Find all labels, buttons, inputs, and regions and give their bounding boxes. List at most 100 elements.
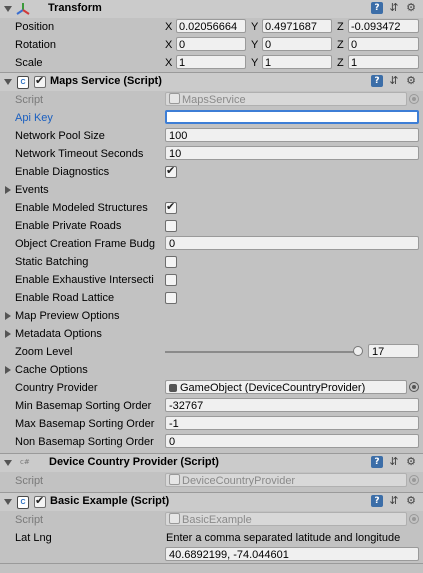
transform-header-icons: ? ⇵ ⚙ xyxy=(371,2,419,16)
help-book-icon[interactable]: ? xyxy=(371,495,383,507)
preset-sliders-icon[interactable]: ⇵ xyxy=(388,75,400,87)
script-asset-icon xyxy=(169,474,180,485)
scale-y-field[interactable]: 1 xyxy=(262,55,332,69)
foldout-arrow-icon[interactable] xyxy=(5,330,11,338)
maps-service-header[interactable]: C Maps Service (Script) ? ⇵ ⚙ xyxy=(0,72,423,91)
maps-service-enabled-checkbox[interactable] xyxy=(34,74,46,88)
gear-icon[interactable]: ⚙ xyxy=(405,75,417,87)
private-roads-checkbox[interactable] xyxy=(165,220,177,232)
rotation-z-field[interactable]: 0 xyxy=(348,37,419,51)
object-picker-icon xyxy=(409,475,419,485)
inspector-panel: Transform ? ⇵ ⚙ Position X 0.02056664 Y … xyxy=(0,0,423,573)
transform-title: Transform xyxy=(48,2,102,14)
modeled-structures-row: Enable Modeled Structures xyxy=(0,199,423,217)
rotation-y-label: Y xyxy=(251,39,259,51)
network-timeout-field[interactable]: 10 xyxy=(165,146,419,160)
transform-icon xyxy=(16,3,30,15)
enable-diagnostics-label: Enable Diagnostics xyxy=(15,166,110,178)
basic-example-title: Basic Example (Script) xyxy=(50,495,170,507)
network-pool-label: Network Pool Size xyxy=(15,130,105,142)
lat-lng-input[interactable]: 40.6892199, -74.044601 xyxy=(165,547,419,561)
preset-sliders-icon[interactable]: ⇵ xyxy=(388,495,400,507)
api-key-label: Api Key xyxy=(15,112,53,124)
enable-diagnostics-checkbox[interactable] xyxy=(165,164,177,178)
static-batching-checkbox[interactable] xyxy=(165,256,177,268)
script-file-icon: C xyxy=(17,496,29,509)
max-basemap-label: Max Basemap Sorting Order xyxy=(15,418,155,430)
scale-x-field[interactable]: 1 xyxy=(176,55,246,69)
modeled-structures-label: Enable Modeled Structures xyxy=(15,202,148,214)
cache-options-row[interactable]: Cache Options xyxy=(0,361,423,379)
object-creation-budget-field[interactable]: 0 xyxy=(165,236,419,250)
exhaustive-intersection-checkbox[interactable] xyxy=(165,274,177,286)
foldout-arrow-icon[interactable] xyxy=(4,460,12,466)
max-basemap-row: Max Basemap Sorting Order -1 xyxy=(0,415,423,433)
zoom-slider-track[interactable] xyxy=(165,351,360,353)
country-provider-value: GameObject (DeviceCountryProvider) xyxy=(180,382,366,394)
gear-icon[interactable]: ⚙ xyxy=(405,456,417,468)
metadata-options-row[interactable]: Metadata Options xyxy=(0,325,423,343)
scale-z-field[interactable]: 1 xyxy=(348,55,419,69)
max-basemap-field[interactable]: -1 xyxy=(165,416,419,430)
metadata-options-label: Metadata Options xyxy=(15,328,102,340)
maps-service-title: Maps Service (Script) xyxy=(50,75,162,87)
gear-icon[interactable]: ⚙ xyxy=(405,495,417,507)
position-y-field[interactable]: 0.4971687 xyxy=(262,19,332,33)
non-basemap-field[interactable]: 0 xyxy=(165,434,419,448)
device-country-provider-header[interactable]: c# Device Country Provider (Script) ? ⇵ … xyxy=(0,453,423,472)
position-x-field[interactable]: 0.02056664 xyxy=(176,19,246,33)
zoom-level-field[interactable]: 17 xyxy=(368,344,419,358)
scale-y-label: Y xyxy=(251,57,259,69)
scale-x-label: X xyxy=(165,57,173,69)
road-lattice-checkbox[interactable] xyxy=(165,292,177,304)
position-z-field[interactable]: -0.093472 xyxy=(348,19,419,33)
foldout-arrow-icon[interactable] xyxy=(5,366,11,374)
rotation-x-label: X xyxy=(165,39,173,51)
static-batching-row: Static Batching xyxy=(0,253,423,271)
scale-row: Scale X 1 Y 1 Z 1 xyxy=(0,54,423,72)
enable-diagnostics-row: Enable Diagnostics xyxy=(0,163,423,181)
api-key-input[interactable] xyxy=(165,110,419,124)
basic-example-header[interactable]: C Basic Example (Script) ? ⇵ ⚙ xyxy=(0,492,423,511)
maps-service-header-icons: ? ⇵ ⚙ xyxy=(371,75,419,89)
help-book-icon[interactable]: ? xyxy=(371,2,383,14)
foldout-arrow-icon[interactable] xyxy=(4,499,12,505)
map-preview-options-row[interactable]: Map Preview Options xyxy=(0,307,423,325)
lat-lng-label: Lat Lng xyxy=(15,532,52,544)
foldout-arrow-icon[interactable] xyxy=(4,79,12,85)
object-picker-icon xyxy=(409,514,419,524)
transform-header[interactable]: Transform ? ⇵ ⚙ xyxy=(0,0,423,18)
cache-options-label: Cache Options xyxy=(15,364,88,376)
maps-script-row: Script MapsService xyxy=(0,91,423,109)
preset-sliders-icon[interactable]: ⇵ xyxy=(388,2,400,14)
rotation-x-field[interactable]: 0 xyxy=(176,37,246,51)
events-label: Events xyxy=(15,184,49,196)
min-basemap-field[interactable]: -32767 xyxy=(165,398,419,412)
rotation-y-field[interactable]: 0 xyxy=(262,37,332,51)
help-book-icon[interactable]: ? xyxy=(371,456,383,468)
csharp-script-icon: c# xyxy=(20,458,30,466)
country-provider-field[interactable]: GameObject (DeviceCountryProvider) xyxy=(165,380,407,394)
help-book-icon[interactable]: ? xyxy=(371,75,383,87)
scale-label: Scale xyxy=(15,57,43,69)
min-basemap-row: Min Basemap Sorting Order -32767 xyxy=(0,397,423,415)
foldout-arrow-icon[interactable] xyxy=(5,186,11,194)
gear-icon[interactable]: ⚙ xyxy=(405,2,417,14)
exhaustive-intersection-label: Enable Exhaustive Intersecti xyxy=(15,274,154,286)
foldout-arrow-icon[interactable] xyxy=(4,6,12,12)
country-provider-label: Country Provider xyxy=(15,382,98,394)
network-pool-row: Network Pool Size 100 xyxy=(0,127,423,145)
script-asset-icon xyxy=(169,93,180,104)
zoom-slider-thumb[interactable] xyxy=(353,346,363,356)
object-creation-budget-row: Object Creation Frame Budg 0 xyxy=(0,235,423,253)
network-pool-field[interactable]: 100 xyxy=(165,128,419,142)
object-picker-icon[interactable] xyxy=(409,382,419,392)
preset-sliders-icon[interactable]: ⇵ xyxy=(388,456,400,468)
private-roads-row: Enable Private Roads xyxy=(0,217,423,235)
foldout-arrow-icon[interactable] xyxy=(5,312,11,320)
gameobject-icon xyxy=(169,384,177,392)
basic-example-enabled-checkbox[interactable] xyxy=(34,494,46,508)
modeled-structures-checkbox[interactable] xyxy=(165,200,177,214)
events-row[interactable]: Events xyxy=(0,181,423,199)
map-preview-options-label: Map Preview Options xyxy=(15,310,120,322)
